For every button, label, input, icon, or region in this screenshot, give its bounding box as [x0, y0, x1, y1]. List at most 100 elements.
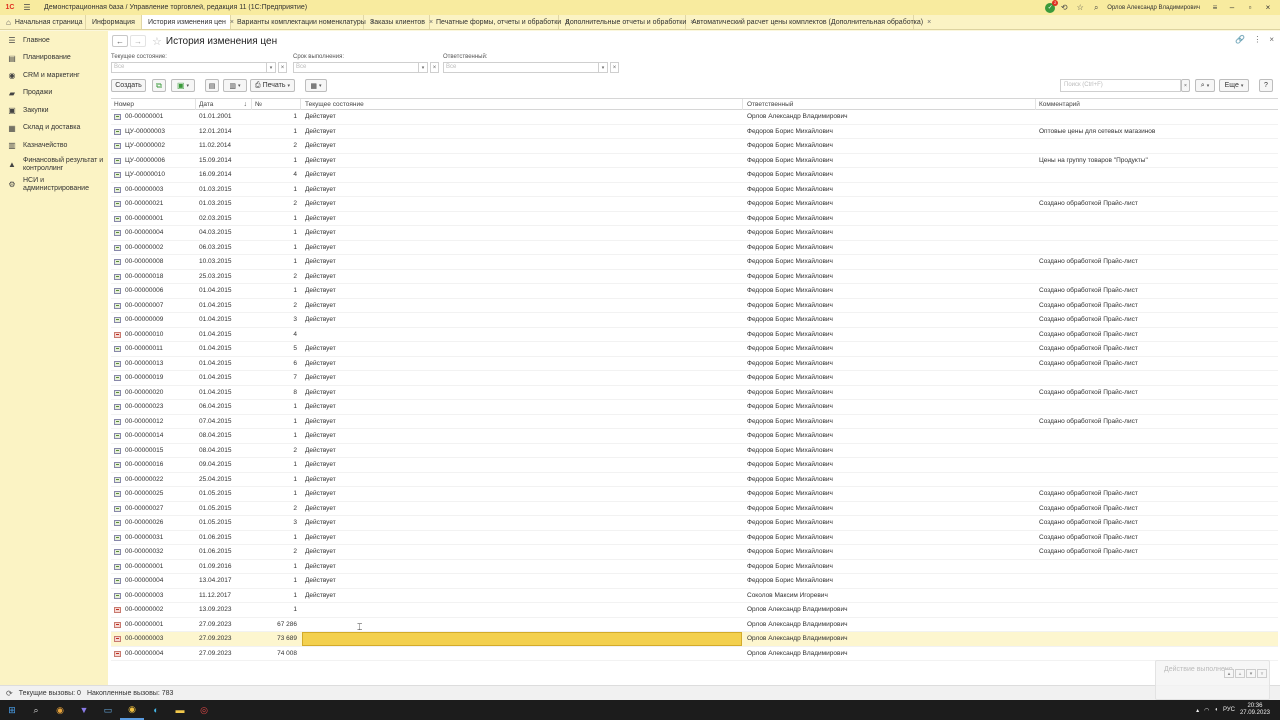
- table-row[interactable]: 00-00000012 07.04.2015 1 Действует Федоров Б…: [111, 415, 1278, 429]
- sidebar-item-treasury[interactable]: ▥ Казначейство: [0, 137, 108, 155]
- tray-network-icon[interactable]: ▴: [1196, 707, 1199, 714]
- table-row[interactable]: 00-00000019 01.04.2015 7 Действует Федоров Б…: [111, 371, 1278, 386]
- sidebar-item-main[interactable]: ☰ Главное: [0, 32, 108, 50]
- table-row[interactable]: 00-00000026 01.05.2015 3 Действует Федоров Б…: [111, 516, 1278, 531]
- table-row[interactable]: 00-00000001 01.09.2016 1 Действует Федоров Б…: [111, 560, 1278, 574]
- sidebar-item-warehouse[interactable]: ▦ Склад и доставка: [0, 120, 108, 138]
- table-row[interactable]: ЦУ-00000010 16.09.2014 4 Действует Федоров Б…: [111, 168, 1278, 183]
- table-row[interactable]: 00-00000031 01.06.2015 1 Действует Федоров Б…: [111, 531, 1278, 545]
- table-row[interactable]: 00-00000032 01.06.2015 2 Действует Федоров Б…: [111, 545, 1278, 560]
- tab-auto-price-calc[interactable]: Автоматический расчет цены комплектов (Д…: [686, 15, 931, 29]
- forward-button[interactable]: →: [130, 35, 146, 47]
- table-row[interactable]: ЦУ-00000002 11.02.2014 2 Действует Федоров Б…: [111, 139, 1278, 154]
- tab-kit-variants[interactable]: Варианты комплектации номенклатуры ×: [231, 15, 374, 29]
- tab-price-history[interactable]: История изменения цен ×: [142, 15, 234, 29]
- reports-button[interactable]: ▦ ▾: [305, 79, 327, 92]
- onec-app-icon[interactable]: ◉: [120, 700, 144, 720]
- tray-volume-icon[interactable]: ◖: [1214, 707, 1218, 713]
- settings-menu-icon[interactable]: ≡: [1208, 0, 1222, 15]
- notifications-icon[interactable]: ✓ 2: [1045, 0, 1059, 13]
- sidebar-item-purchases[interactable]: ▣ Закупки: [0, 102, 108, 120]
- deadline-filter-input[interactable]: Все: [293, 62, 419, 73]
- help-button[interactable]: ?: [1259, 79, 1273, 92]
- table-row[interactable]: 00-00000027 01.05.2015 2 Действует Федоров Б…: [111, 502, 1278, 516]
- hamburger-menu-icon[interactable]: ☰: [20, 0, 34, 15]
- scroll-bottom-icon[interactable]: ▿: [1257, 669, 1267, 678]
- current-user[interactable]: Орлов Александр Владимирович: [1107, 5, 1200, 11]
- scroll-top-icon[interactable]: ▵: [1235, 669, 1245, 678]
- more-button[interactable]: Еще ▾: [1219, 79, 1249, 92]
- table-row[interactable]: 00-00000022 25.04.2015 1 Действует Федоров Б…: [111, 473, 1278, 487]
- table-row[interactable]: 00-00000004 27.09.2023 74 008 Орлов Алексан…: [111, 647, 1278, 661]
- tab-additional-reports[interactable]: Дополнительные отчеты и обработки ×: [559, 15, 694, 29]
- more-menu-icon[interactable]: ⋮: [1253, 35, 1261, 44]
- deadline-dropdown-icon[interactable]: ▾: [419, 62, 428, 73]
- windows-start-icon[interactable]: ⊞: [0, 700, 24, 720]
- table-row[interactable]: 00-00000002 13.09.2023 1 Орлов Александр Вл…: [111, 603, 1278, 618]
- table-row[interactable]: 00-00000011 01.04.2015 5 Действует Федоров Б…: [111, 342, 1278, 357]
- scroll-up-icon[interactable]: ▴: [1224, 669, 1234, 678]
- table-row[interactable]: 00-00000014 08.04.2015 1 Действует Федоров Б…: [111, 429, 1278, 444]
- create-button[interactable]: Создать: [111, 79, 146, 92]
- table-row[interactable]: 00-00000004 13.04.2017 1 Действует Федоров Б…: [111, 574, 1278, 589]
- sidebar-item-admin[interactable]: ⚙ НСИ и администрирование: [0, 175, 108, 195]
- table-row[interactable]: 00-00000013 01.04.2015 6 Действует Федоров Б…: [111, 357, 1278, 371]
- close-tab-icon[interactable]: ×: [927, 19, 931, 26]
- column-header-date[interactable]: Дата ↓: [196, 99, 252, 110]
- favorites-star-icon[interactable]: ☆: [1073, 0, 1087, 15]
- state-clear-icon[interactable]: ×: [278, 62, 287, 73]
- close-form-icon[interactable]: ×: [1269, 35, 1274, 44]
- monitor-icon[interactable]: ▭: [96, 700, 120, 720]
- keyboard-language[interactable]: РУС: [1223, 707, 1235, 713]
- table-row[interactable]: 00-00000002 06.03.2015 1 Действует Федоров Б…: [111, 241, 1278, 255]
- responsible-clear-icon[interactable]: ×: [610, 62, 619, 73]
- sidebar-item-crm[interactable]: ◉ CRM и маркетинг: [0, 67, 108, 85]
- column-header-responsible[interactable]: Ответственный: [744, 99, 1036, 110]
- structure-button[interactable]: ▤: [205, 79, 219, 92]
- close-window-button[interactable]: ×: [1260, 0, 1276, 15]
- table-row[interactable]: 00-00000020 01.04.2015 8 Действует Федоров Б…: [111, 386, 1278, 400]
- folder-icon[interactable]: ▬: [168, 700, 192, 720]
- app-v-icon[interactable]: ▼: [72, 700, 96, 720]
- back-button[interactable]: ←: [112, 35, 128, 47]
- table-row[interactable]: 00-00000006 01.04.2015 1 Действует Федоров Б…: [111, 284, 1278, 299]
- maximize-button[interactable]: ▫: [1242, 0, 1258, 15]
- tab-info[interactable]: Информация: [86, 15, 142, 29]
- table-row[interactable]: 00-00000001 27.09.2023 67 286 Орлов Алексан…: [111, 618, 1278, 632]
- table-row[interactable]: ЦУ-00000006 15.09.2014 1 Действует Федоров Б…: [111, 154, 1278, 168]
- table-row[interactable]: 00-00000018 25.03.2015 2 Действует Федоров Б…: [111, 270, 1278, 284]
- table-row[interactable]: 00-00000010 01.04.2015 4 Федоров Борис Миха…: [111, 328, 1278, 342]
- table-row[interactable]: 00-00000003 27.09.2023 73 689 Орлов Алексан…: [111, 632, 1278, 647]
- state-filter-input[interactable]: Все: [111, 62, 267, 73]
- table-row[interactable]: 00-00000015 08.04.2015 2 Действует Федоров Б…: [111, 444, 1278, 458]
- clock[interactable]: 20:36 27.09.2023: [1240, 703, 1270, 717]
- print-button[interactable]: ⎙ Печать ▾: [250, 79, 295, 92]
- table-row[interactable]: 00-00000003 01.03.2015 1 Действует Федоров Б…: [111, 183, 1278, 197]
- link-icon[interactable]: 🔗: [1235, 35, 1245, 44]
- search-options-button[interactable]: ⌕ ▾: [1195, 79, 1215, 92]
- state-dropdown-icon[interactable]: ▾: [267, 62, 276, 73]
- table-row[interactable]: 00-00000001 01.01.2001 1 Действует Орлов Але…: [111, 110, 1278, 125]
- sidebar-item-finance[interactable]: ▲ Финансовый результат и контроллинг: [0, 155, 108, 175]
- sidebar-item-sales[interactable]: ▰ Продажи: [0, 85, 108, 103]
- search-clear-button[interactable]: ×: [1181, 79, 1190, 92]
- history-icon[interactable]: ⟲: [1057, 0, 1071, 15]
- table-row[interactable]: 00-00000025 01.05.2015 1 Действует Федоров Б…: [111, 487, 1278, 502]
- table-row[interactable]: 00-00000007 01.04.2015 2 Действует Федоров Б…: [111, 299, 1278, 313]
- table-row[interactable]: 00-00000009 01.04.2015 3 Действует Федоров Б…: [111, 313, 1278, 328]
- table-row[interactable]: 00-00000021 01.03.2015 2 Действует Федоров Б…: [111, 197, 1278, 212]
- create-based-on-button[interactable]: ▣ ▾: [171, 79, 195, 92]
- tab-customer-orders[interactable]: Заказы клиентов ×: [364, 15, 433, 29]
- sidebar-item-planning[interactable]: ▤ Планирование: [0, 50, 108, 68]
- related-docs-button[interactable]: ▥ ▾: [223, 79, 247, 92]
- column-header-number[interactable]: Номер: [111, 99, 196, 110]
- edge-icon[interactable]: ◐: [144, 700, 168, 720]
- recorder-icon[interactable]: ◎: [192, 700, 216, 720]
- column-header-state[interactable]: Текущее состояние: [302, 99, 743, 110]
- search-icon[interactable]: ⌕: [1089, 0, 1103, 15]
- table-row[interactable]: 00-00000016 09.04.2015 1 Действует Федоров Б…: [111, 458, 1278, 473]
- favorite-star-icon[interactable]: ☆: [152, 35, 162, 48]
- deadline-clear-icon[interactable]: ×: [430, 62, 439, 73]
- table-row[interactable]: 00-00000001 02.03.2015 1 Действует Федоров Б…: [111, 212, 1278, 226]
- column-header-comment[interactable]: Комментарий: [1036, 99, 1278, 110]
